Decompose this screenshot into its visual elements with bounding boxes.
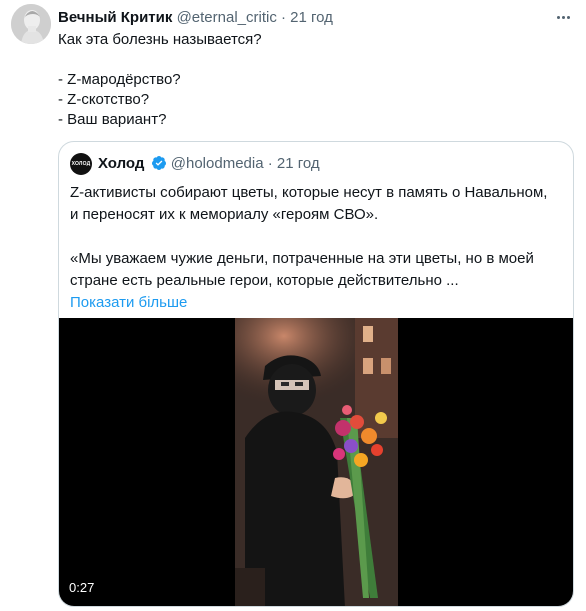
quoted-text-line: стране есть реальные герои, которые дейс… [70,272,459,289]
author-avatar[interactable] [11,4,51,44]
quoted-tweet[interactable]: ХОЛОД Холод @holodmedia · 21 год Z-актив… [58,141,574,607]
quoted-author-handle[interactable]: @holodmedia [171,155,264,172]
quoted-author-name[interactable]: Холод [98,155,144,172]
bust-avatar-image [11,4,51,44]
header-separator: · [281,9,286,26]
verified-icon [151,156,166,170]
tweet-text-line: Как эта болезнь называется? [58,31,262,48]
tweet-text-line [58,50,568,70]
quoted-time[interactable]: 21 год [277,155,320,172]
quoted-text-line: «Мы уважаем чужие деньги, потраченные на… [70,250,534,267]
tweet-header: Вечный Критик @eternal_critic · 21 год [58,8,333,28]
tweet-text: Как эта болезнь называется? - Z-мародёрс… [58,30,568,130]
video-player[interactable]: 0:27 [59,318,573,606]
quoted-text-line [70,226,565,248]
quoted-avatar[interactable]: ХОЛОД [70,153,92,175]
quoted-text-line: Z-активисты собирают цветы, которые несу… [70,184,548,201]
tweet[interactable]: Вечный Критик @eternal_critic · 21 год К… [0,0,586,611]
quoted-text-line: и переносят их к мемориалу «героям СВО». [70,206,379,223]
video-duration: 0:27 [69,580,95,595]
quoted-separator: · [267,155,273,172]
show-more-link[interactable]: Показати більше [70,292,565,314]
video-thumbnail-image [235,318,398,606]
quoted-text: Z-активисты собирают цветы, которые несу… [70,182,565,314]
author-name[interactable]: Вечный Критик [58,9,172,26]
tweet-text-line: - Z-мародёрство? [58,71,181,88]
tweet-time[interactable]: 21 год [290,9,333,26]
tweet-text-line: - Ваш вариант? [58,111,167,128]
video-thumbnail[interactable] [235,318,398,606]
quoted-header: Холод @holodmedia · 21 год [98,154,320,174]
tweet-text-line: - Z-скотство? [58,91,150,108]
more-icon[interactable] [552,8,574,26]
author-handle[interactable]: @eternal_critic [177,9,277,26]
